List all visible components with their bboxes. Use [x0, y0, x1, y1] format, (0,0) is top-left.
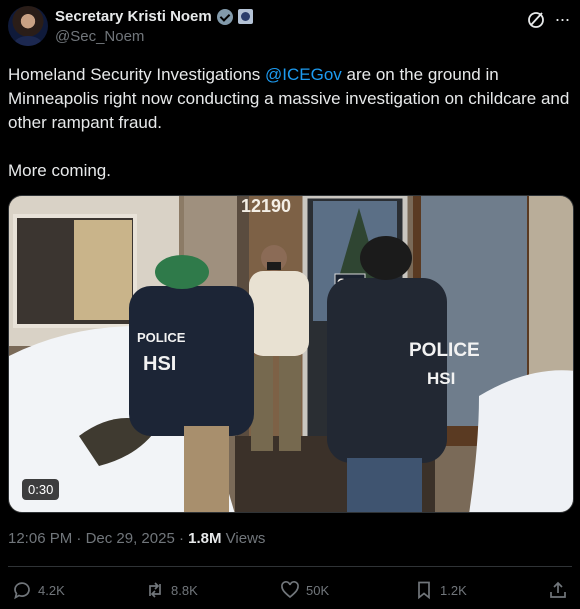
like-count: 50K — [306, 582, 330, 598]
reply-count: 4.2K — [38, 582, 65, 598]
tweet-actions: 4.2K 8.8K 50K 1.2K — [0, 576, 580, 606]
tweet-text: Homeland Security Investigations @ICEGov… — [8, 63, 572, 135]
bookmark-button[interactable]: 1.2K — [414, 580, 467, 600]
meta-separator: · — [72, 530, 86, 547]
verified-badge-icon[interactable] — [216, 8, 233, 25]
author-name-row: Secretary Kristi Noem — [55, 8, 253, 25]
share-icon — [550, 581, 566, 598]
mention-link[interactable]: @ICEGov — [265, 65, 342, 84]
bookmark-icon — [418, 581, 430, 600]
government-affiliation-icon[interactable] — [237, 9, 253, 24]
meta-separator: · — [174, 530, 189, 547]
video-player[interactable]: 12190 OPEN POLICE HSI POLICE HSI 0:30 — [8, 195, 574, 513]
tweet-date[interactable]: Dec 29, 2025 — [86, 530, 175, 547]
repost-button[interactable]: 8.8K — [145, 580, 198, 600]
views-label: Views — [225, 530, 266, 547]
repost-count: 8.8K — [171, 582, 198, 598]
jacket-left-line1: POLICE — [137, 330, 186, 345]
grok-icon[interactable] — [526, 10, 546, 30]
reply-icon — [14, 582, 30, 600]
video-frame: 12190 OPEN POLICE HSI POLICE HSI — [9, 196, 573, 512]
share-button[interactable] — [548, 580, 568, 600]
video-duration: 0:30 — [22, 479, 60, 500]
more-options-icon[interactable]: ··· — [552, 10, 572, 30]
jacket-right-line1: POLICE — [409, 340, 480, 361]
tweet-text-part: Homeland Security Investigations — [8, 65, 266, 84]
heart-icon — [281, 581, 299, 599]
reply-button[interactable]: 4.2K — [12, 580, 65, 600]
tweet-text-second: More coming. — [8, 161, 111, 180]
views-count: 1.8M — [188, 530, 222, 547]
building-number: 12190 — [241, 196, 291, 216]
bookmark-count: 1.2K — [440, 582, 467, 598]
author-name[interactable]: Secretary Kristi Noem — [55, 8, 212, 25]
divider — [8, 566, 572, 567]
tweet-time[interactable]: 12:06 PM — [8, 530, 72, 547]
like-button[interactable]: 50K — [280, 580, 329, 600]
jacket-left-line2: HSI — [143, 353, 176, 375]
tweet-meta: 12:06 PM · Dec 29, 2025 · 1.8M Views — [8, 530, 265, 547]
repost-icon — [149, 582, 161, 598]
avatar[interactable] — [8, 6, 48, 46]
author-handle[interactable]: @Sec_Noem — [55, 28, 144, 45]
tweet-header: Secretary Kristi Noem @Sec_Noem ··· — [8, 6, 572, 50]
jacket-right-line2: HSI — [427, 369, 455, 388]
